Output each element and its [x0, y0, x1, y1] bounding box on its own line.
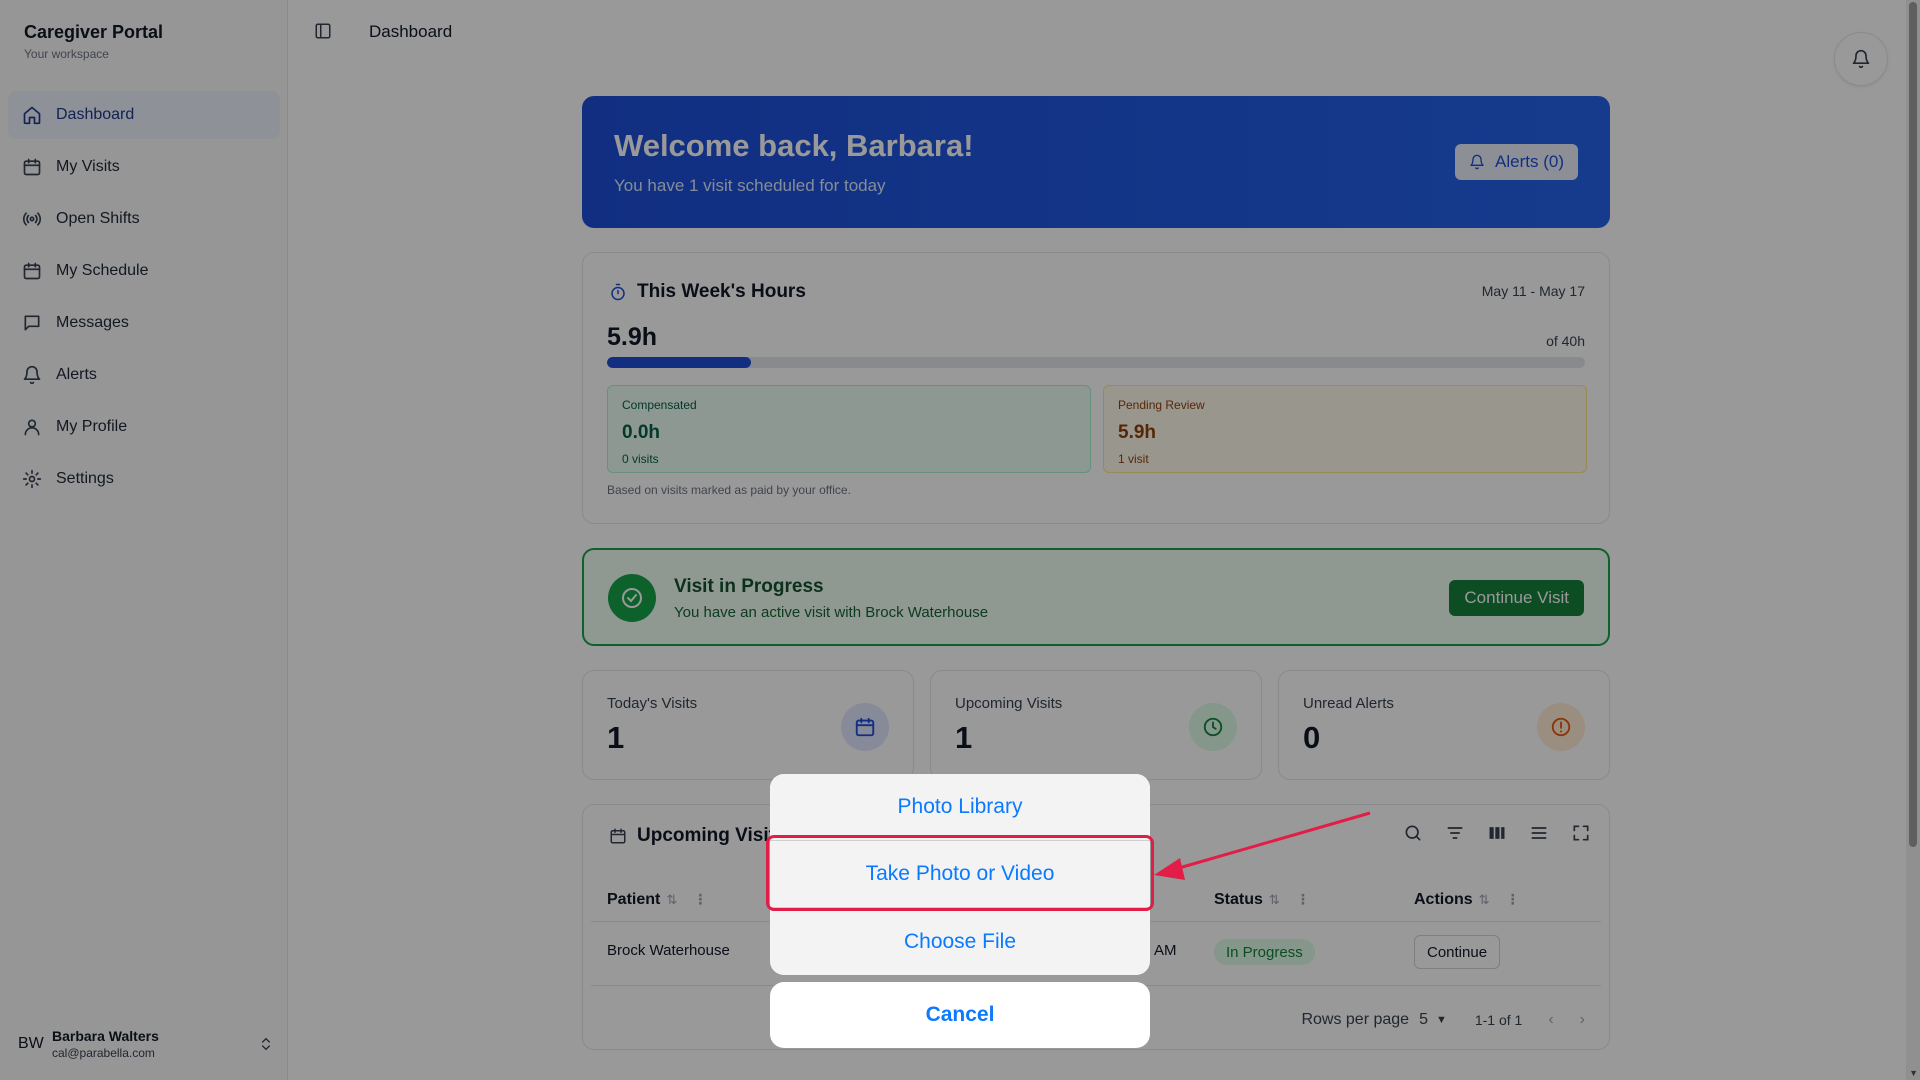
annotation-arrow	[1154, 811, 1371, 880]
